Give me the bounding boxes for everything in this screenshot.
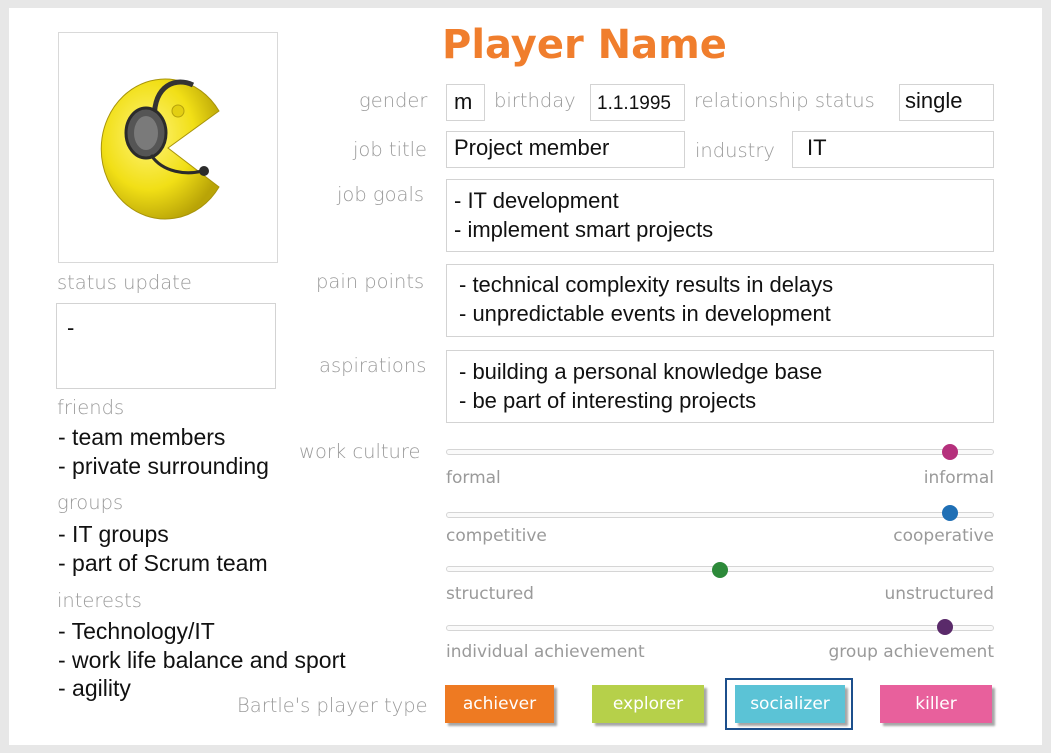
bartle-label: Bartle's player type bbox=[237, 694, 428, 717]
status-update-value: - bbox=[67, 315, 75, 340]
friends-label: friends bbox=[57, 396, 125, 419]
aspirations-label: aspirations bbox=[319, 354, 427, 377]
aspirations-field[interactable]: - building a personal knowledge base - b… bbox=[446, 350, 994, 423]
scale-knob-individual-group[interactable] bbox=[936, 619, 953, 635]
scale-left-label: individual achievement bbox=[446, 642, 645, 662]
work-culture-label: work culture bbox=[299, 440, 421, 463]
job-goals-list: - IT development - implement smart proje… bbox=[454, 187, 713, 244]
relationship-value: single bbox=[905, 88, 963, 113]
scale-right-label: unstructured bbox=[884, 584, 995, 604]
industry-field[interactable]: IT bbox=[792, 131, 994, 168]
pacman-headset-icon bbox=[100, 78, 220, 220]
scale-track-competitive-cooperative[interactable] bbox=[446, 512, 994, 518]
pain-points-item: - unpredictable events in development bbox=[459, 300, 831, 326]
interests-item: - Technology/IT bbox=[58, 618, 215, 644]
killer-button[interactable]: killer bbox=[880, 685, 992, 723]
scale-knob-formal-informal[interactable] bbox=[942, 444, 959, 460]
gender-field[interactable]: m bbox=[446, 84, 485, 121]
scale-left-label: competitive bbox=[446, 526, 547, 546]
birthday-value: 1.1.1995 bbox=[597, 93, 671, 114]
aspirations-list: - building a personal knowledge base - b… bbox=[459, 358, 822, 415]
job-title-label: job title bbox=[353, 138, 428, 161]
pain-points-field[interactable]: - technical complexity results in delays… bbox=[446, 264, 994, 337]
scale-track-formal-informal[interactable] bbox=[446, 449, 994, 455]
gender-value: m bbox=[454, 89, 473, 114]
player-name-title: Player Name bbox=[442, 22, 727, 68]
pain-points-list: - technical complexity results in delays… bbox=[459, 271, 833, 328]
aspirations-item: - building a personal knowledge base bbox=[459, 359, 823, 384]
interests-list: - Technology/IT - work life balance and … bbox=[58, 617, 346, 703]
scale-track-individual-group[interactable] bbox=[446, 625, 994, 631]
avatar-frame bbox=[58, 32, 278, 263]
groups-label: groups bbox=[57, 491, 124, 514]
relationship-label: relationship status bbox=[694, 89, 875, 112]
industry-value: IT bbox=[807, 135, 827, 160]
job-goals-item: - IT development bbox=[454, 188, 619, 213]
job-goals-field[interactable]: - IT development - implement smart proje… bbox=[446, 179, 994, 252]
achiever-button[interactable]: achiever bbox=[445, 685, 554, 723]
relationship-field[interactable]: single bbox=[899, 84, 994, 121]
groups-item: - part of Scrum team bbox=[58, 549, 268, 576]
industry-label: industry bbox=[695, 139, 775, 162]
scale-knob-structured-unstructured[interactable] bbox=[712, 562, 728, 578]
friends-item: - private surrounding bbox=[58, 452, 269, 479]
status-update-label: status update bbox=[57, 271, 192, 294]
job-title-value: Project member bbox=[454, 135, 610, 160]
job-goals-item: - implement smart projects bbox=[454, 216, 714, 242]
groups-item: - IT groups bbox=[58, 521, 169, 547]
friends-item: - team members bbox=[58, 424, 226, 450]
groups-list: - IT groups - part of Scrum team bbox=[58, 520, 268, 577]
scale-left-label: structured bbox=[446, 584, 534, 604]
interests-item: - work life balance and sport bbox=[58, 646, 346, 673]
job-title-field[interactable]: Project member bbox=[446, 131, 685, 168]
birthday-label: birthday bbox=[494, 89, 576, 112]
player-card: Player Name status update - friends - te… bbox=[9, 8, 1042, 745]
explorer-button[interactable]: explorer bbox=[592, 685, 704, 723]
scale-right-label: group achievement bbox=[828, 642, 994, 662]
interests-label: interests bbox=[57, 589, 142, 612]
job-goals-label: job goals bbox=[337, 183, 425, 206]
scale-knob-competitive-cooperative[interactable] bbox=[942, 505, 959, 521]
pain-points-item: - technical complexity results in delays bbox=[459, 272, 834, 297]
status-update-field[interactable]: - bbox=[56, 303, 276, 389]
pain-points-label: pain points bbox=[316, 270, 425, 293]
friends-list: - team members - private surrounding bbox=[58, 423, 269, 480]
scale-right-label: cooperative bbox=[893, 526, 994, 546]
aspirations-item: - be part of interesting projects bbox=[459, 387, 757, 413]
gender-label: gender bbox=[359, 89, 428, 112]
birthday-field[interactable]: 1.1.1995 bbox=[590, 84, 685, 121]
scale-right-label: informal bbox=[923, 468, 994, 488]
socializer-button[interactable]: socializer bbox=[735, 685, 845, 723]
scale-left-label: formal bbox=[446, 468, 501, 488]
